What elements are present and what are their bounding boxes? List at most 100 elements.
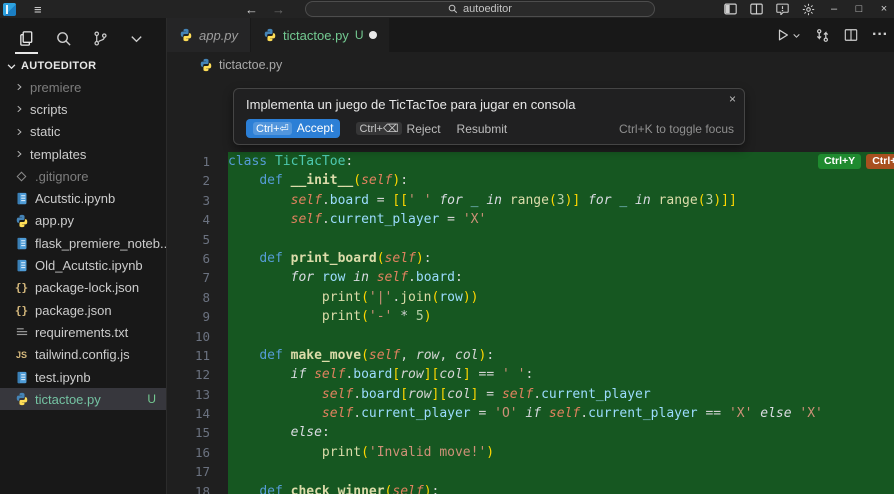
code-line[interactable]: 2 def __init__(self): bbox=[167, 171, 894, 190]
file-item[interactable]: {}package.json bbox=[0, 299, 166, 321]
python-icon bbox=[14, 392, 29, 406]
workspace-header[interactable]: AUTOEDITOR bbox=[0, 58, 166, 76]
search-view-icon[interactable] bbox=[55, 30, 72, 47]
line-content: self.current_player = 'X' bbox=[228, 210, 894, 229]
title-bar: ≡ ← → autoeditor – □ × bbox=[0, 0, 894, 18]
tab-label: app.py bbox=[199, 28, 238, 43]
resubmit-button[interactable]: Resubmit bbox=[457, 122, 508, 136]
tab-label: tictactoe.py bbox=[283, 28, 349, 43]
run-dropdown-chevron-icon bbox=[792, 31, 801, 40]
code-line[interactable]: 14 self.current_player = 'O' if self.cur… bbox=[167, 404, 894, 423]
chevron-right-icon bbox=[14, 104, 24, 114]
item-label: premiere bbox=[30, 80, 166, 95]
notebook-icon bbox=[14, 192, 29, 205]
open-changes-icon[interactable] bbox=[815, 28, 830, 43]
menu-icon[interactable]: ≡ bbox=[34, 2, 42, 17]
line-number: 17 bbox=[167, 462, 228, 481]
file-item[interactable]: app.py bbox=[0, 210, 166, 232]
file-item[interactable]: .gitignore bbox=[0, 165, 166, 187]
code-editor[interactable]: 1class TicTacToe:2 def __init__(self):3 … bbox=[167, 78, 894, 494]
folder-item[interactable]: scripts bbox=[0, 98, 166, 120]
back-arrow-icon[interactable]: ← bbox=[245, 2, 258, 17]
code-line[interactable]: 10 bbox=[167, 327, 894, 346]
python-icon bbox=[263, 28, 277, 42]
split-editor-icon[interactable] bbox=[844, 28, 858, 42]
notebook-icon bbox=[14, 371, 29, 384]
line-content: self.current_player = 'O' if self.curren… bbox=[228, 404, 894, 423]
line-number: 2 bbox=[167, 171, 228, 190]
breadcrumb[interactable]: tictactoe.py bbox=[167, 52, 894, 78]
close-button[interactable]: × bbox=[878, 3, 890, 15]
line-number: 8 bbox=[167, 288, 228, 307]
more-actions-icon[interactable]: ··· bbox=[872, 26, 888, 44]
file-item[interactable]: Acutstic.ipynb bbox=[0, 187, 166, 209]
maximize-button[interactable]: □ bbox=[853, 3, 865, 15]
line-content: print('-' * 5) bbox=[228, 307, 894, 326]
run-button[interactable] bbox=[776, 28, 801, 42]
git-status-badge: U bbox=[147, 392, 156, 406]
file-item[interactable]: {}package-lock.json bbox=[0, 277, 166, 299]
breadcrumb-file: tictactoe.py bbox=[219, 58, 282, 72]
code-line[interactable]: 18 def check_winner(self): bbox=[167, 482, 894, 494]
vscode-logo-icon bbox=[3, 3, 16, 16]
source-control-view-icon[interactable] bbox=[92, 30, 109, 47]
minimize-button[interactable]: – bbox=[828, 3, 840, 15]
code-line[interactable]: 1class TicTacToe: bbox=[167, 152, 894, 171]
json-icon: {} bbox=[14, 304, 29, 317]
code-line[interactable]: 9 print('-' * 5) bbox=[167, 307, 894, 326]
folder-item[interactable]: static bbox=[0, 121, 166, 143]
reject-button[interactable]: Ctrl+⌫ Reject bbox=[356, 122, 440, 136]
code-line[interactable]: 7 for row in self.board: bbox=[167, 268, 894, 287]
code-line[interactable]: 15 else: bbox=[167, 423, 894, 442]
file-item[interactable]: Old_Acutstic.ipynb bbox=[0, 254, 166, 276]
tab-tictactoe.py[interactable]: tictactoe.py U bbox=[251, 18, 390, 52]
focus-hint: Ctrl+K to toggle focus bbox=[619, 122, 734, 136]
accept-button[interactable]: Ctrl+⏎ Accept bbox=[246, 119, 340, 138]
tab-app.py[interactable]: app.py bbox=[167, 18, 251, 52]
code-line[interactable]: 6 def print_board(self): bbox=[167, 249, 894, 268]
item-label: Old_Acutstic.ipynb bbox=[35, 258, 166, 273]
chevron-right-icon bbox=[14, 127, 24, 137]
code-line[interactable]: 8 print('|'.join(row)) bbox=[167, 288, 894, 307]
code-line[interactable]: 11 def make_move(self, row, col): bbox=[167, 346, 894, 365]
file-item[interactable]: JStailwind.config.js bbox=[0, 344, 166, 366]
chat-close-icon[interactable]: × bbox=[729, 92, 736, 106]
code-line[interactable]: 3 self.board = [[' ' for _ in range(3)] … bbox=[167, 191, 894, 210]
line-content: self.board = [[' ' for _ in range(3)] fo… bbox=[228, 191, 894, 210]
line-number: 3 bbox=[167, 191, 228, 210]
file-item[interactable]: flask_premiere_noteb... bbox=[0, 232, 166, 254]
code-line[interactable]: 5 bbox=[167, 230, 894, 249]
line-content: print('Invalid move!') bbox=[228, 443, 894, 462]
code-line[interactable]: 12 if self.board[row][col] == ' ': bbox=[167, 365, 894, 384]
diff-badge[interactable]: Ctrl+N bbox=[866, 154, 894, 169]
item-label: package-lock.json bbox=[35, 280, 166, 295]
code-line[interactable]: 4 self.current_player = 'X' bbox=[167, 210, 894, 229]
chevron-down-icon bbox=[6, 61, 17, 72]
folder-item[interactable]: templates bbox=[0, 143, 166, 165]
explorer-sidebar: AUTOEDITOR premiere scriptsstatictemplate… bbox=[0, 18, 167, 494]
forward-arrow-icon[interactable]: → bbox=[272, 2, 285, 17]
file-item[interactable]: test.ipynb bbox=[0, 366, 166, 388]
line-number: 10 bbox=[167, 327, 228, 346]
code-line[interactable]: 17 bbox=[167, 462, 894, 481]
toggle-sidebar-icon[interactable] bbox=[724, 3, 737, 15]
workspace-name: AUTOEDITOR bbox=[21, 60, 96, 72]
command-center-search[interactable]: autoeditor bbox=[305, 1, 655, 17]
file-item[interactable]: tictactoe.pyU bbox=[0, 388, 166, 410]
python-icon bbox=[14, 214, 29, 228]
git-status-badge: U bbox=[355, 28, 364, 42]
txt-icon bbox=[14, 327, 29, 338]
code-line[interactable]: 13 self.board[row][col] = self.current_p… bbox=[167, 385, 894, 404]
split-layout-icon[interactable] bbox=[750, 3, 763, 15]
unsaved-dot-icon[interactable] bbox=[369, 31, 377, 39]
line-content: def print_board(self): bbox=[228, 249, 894, 268]
file-item[interactable]: requirements.txt bbox=[0, 321, 166, 343]
feedback-icon[interactable] bbox=[776, 3, 789, 15]
line-number: 11 bbox=[167, 346, 228, 365]
settings-gear-icon[interactable] bbox=[802, 3, 815, 16]
diff-badge[interactable]: Ctrl+Y bbox=[818, 154, 861, 169]
more-views-chevron-icon[interactable] bbox=[129, 31, 144, 46]
code-line[interactable]: 16 print('Invalid move!') bbox=[167, 443, 894, 462]
folder-item[interactable]: premiere bbox=[0, 76, 166, 98]
explorer-view-icon[interactable] bbox=[18, 30, 35, 47]
